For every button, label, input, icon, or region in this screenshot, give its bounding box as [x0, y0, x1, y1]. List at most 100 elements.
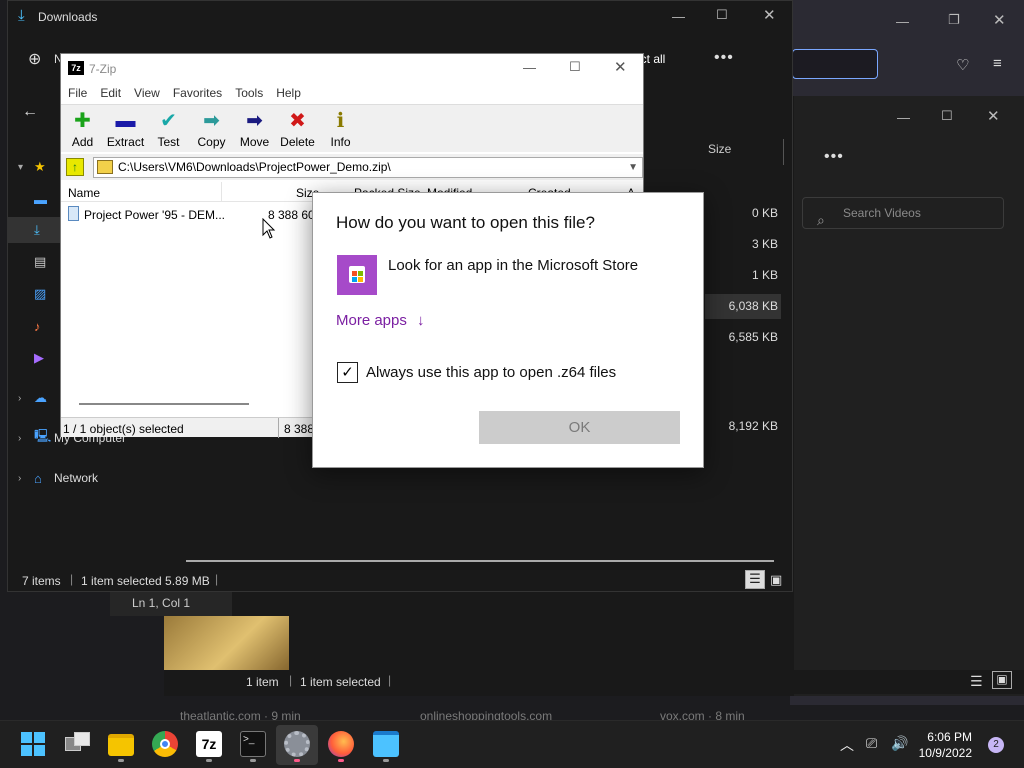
maximize-icon[interactable]: ☐: [941, 108, 953, 124]
chevron-down-icon[interactable]: ▼: [628, 158, 638, 177]
videos-search-input[interactable]: ⌕ Search Videos: [802, 197, 1004, 229]
menu-view[interactable]: View: [128, 84, 167, 104]
hamburger-icon[interactable]: ≡: [993, 55, 1002, 72]
maximize-icon[interactable]: ☐: [716, 7, 728, 23]
pocket-icon[interactable]: ♡: [956, 56, 969, 74]
notification-badge[interactable]: 2: [988, 737, 1004, 753]
cloud-icon: ☁: [34, 390, 47, 405]
arrow-down-icon: ↓: [417, 312, 425, 329]
checkmark-icon: ✔: [160, 110, 177, 132]
toolbar-label: Extract: [106, 135, 145, 149]
sidebar-item-onedrive[interactable]: › ☁: [18, 387, 54, 409]
browser-url-bar[interactable]: [792, 49, 878, 79]
minimize-icon[interactable]: —: [672, 9, 685, 24]
chrome-icon[interactable]: [152, 731, 178, 757]
sidebar-item-pictures[interactable]: ▨: [18, 283, 54, 305]
chevron-right-icon: ›: [18, 472, 22, 484]
ok-button[interactable]: OK: [479, 411, 680, 444]
details-view-icon[interactable]: ☰: [745, 570, 765, 589]
tiles-view-icon[interactable]: ▣: [992, 671, 1012, 689]
chevron-up-icon[interactable]: ︿: [840, 735, 854, 755]
downloads-titlebar[interactable]: ⤓ Downloads — ☐ ✕: [8, 1, 794, 33]
dialog-question: How do you want to open this file?: [336, 213, 595, 232]
7zip-titlebar[interactable]: 7z 7-Zip — ☐ ✕: [61, 54, 643, 84]
path-text: C:\Users\VM6\Downloads\ProjectPower_Demo…: [118, 160, 391, 174]
status-selected-count: 1 / 1 object(s) selected: [63, 422, 184, 436]
videos-sidebar-pane: [794, 96, 1024, 696]
back-arrow-icon[interactable]: ←: [22, 103, 38, 121]
toolbar-label: Add: [71, 135, 94, 149]
toolbar-label: Info: [330, 135, 351, 149]
file-size: 0 KB: [751, 206, 778, 220]
7zip-icon[interactable]: 7z: [196, 731, 222, 757]
close-icon[interactable]: ✕: [987, 107, 1000, 125]
taskbar: 7z >_ ︿ ⎚ 🔊 6:06 PM 10/9/2022 2: [0, 720, 1024, 768]
star-icon: ★: [34, 159, 46, 174]
path-combobox[interactable]: C:\Users\VM6\Downloads\ProjectPower_Demo…: [93, 157, 643, 178]
sidebar-item-desktop[interactable]: ▬: [18, 188, 54, 210]
start-icon[interactable]: [20, 731, 46, 757]
more-options-icon[interactable]: •••: [714, 49, 734, 67]
always-use-label[interactable]: Always use this app to open .z64 files: [366, 364, 616, 381]
more-apps-link[interactable]: More apps ↓: [336, 312, 425, 329]
horizontal-scrollbar[interactable]: [79, 403, 249, 405]
always-use-checkbox[interactable]: ✓: [337, 362, 358, 383]
maximize-icon[interactable]: ☐: [569, 59, 581, 75]
menu-edit[interactable]: Edit: [94, 84, 128, 104]
firefox-icon[interactable]: [328, 731, 354, 757]
more-options-icon[interactable]: •••: [824, 148, 844, 166]
settings-icon[interactable]: [284, 731, 310, 757]
details-view-icon[interactable]: ☰: [970, 673, 983, 690]
menu-file[interactable]: File: [67, 84, 94, 104]
store-option-label[interactable]: Look for an app in the Microsoft Store: [388, 257, 638, 274]
minimize-icon[interactable]: —: [897, 110, 910, 125]
info-button[interactable]: ℹ Info: [319, 105, 362, 152]
column-name[interactable]: Name: [68, 186, 100, 200]
new-icon[interactable]: ⊕: [28, 49, 41, 69]
add-button[interactable]: ✚ Add: [61, 105, 104, 152]
status-divider: |: [70, 572, 74, 586]
file-size: 3 KB: [751, 237, 778, 251]
volume-icon[interactable]: 🔊: [891, 735, 908, 752]
sidebar-item-label: Network: [54, 471, 99, 485]
status-item-count: 1 item: [246, 675, 279, 689]
task-view-icon[interactable]: [65, 731, 91, 757]
sidebar-item-downloads[interactable]: ⤓: [18, 219, 54, 241]
copy-button[interactable]: ➡ Copy: [190, 105, 233, 152]
clock[interactable]: 6:06 PM 10/9/2022: [919, 729, 972, 761]
microsoft-store-icon[interactable]: [337, 255, 377, 295]
minimize-icon[interactable]: —: [523, 60, 536, 75]
test-button[interactable]: ✔ Test: [147, 105, 190, 152]
menu-tools[interactable]: Tools: [229, 84, 270, 104]
restore-icon[interactable]: ❐: [948, 12, 960, 28]
delete-button[interactable]: ✖ Delete: [276, 105, 319, 152]
close-icon[interactable]: ✕: [614, 58, 627, 76]
sidebar-item-network[interactable]: › ⌂ Network: [18, 467, 98, 489]
picture-icon: ▨: [34, 286, 47, 301]
music-icon: ♪: [34, 318, 41, 334]
status-selected-count: 1 item selected: [300, 675, 381, 689]
status-item-count: 7 items: [22, 574, 61, 588]
tiles-view-icon[interactable]: ▣: [770, 572, 782, 588]
menu-favorites[interactable]: Favorites: [167, 84, 229, 104]
sidebar-item-documents[interactable]: ▤: [18, 251, 54, 273]
minimize-icon[interactable]: —: [896, 14, 909, 29]
file-explorer-icon[interactable]: [108, 734, 134, 756]
notepad-icon[interactable]: [373, 731, 399, 757]
extract-button[interactable]: ▬ Extract: [104, 105, 147, 152]
terminal-icon[interactable]: >_: [240, 731, 266, 757]
cursor-position: Ln 1, Col 1: [132, 596, 191, 610]
mouse-cursor-icon: [262, 218, 276, 239]
app-running-indicator: [383, 759, 389, 762]
horizontal-scrollbar[interactable]: [186, 560, 774, 562]
close-icon[interactable]: ✕: [993, 11, 1006, 29]
sidebar-item-videos[interactable]: ▶: [18, 347, 54, 369]
folder-up-icon[interactable]: ↑: [66, 158, 84, 176]
size-column-header[interactable]: Size: [708, 142, 731, 156]
sidebar-item-quick-access[interactable]: ▾ ★: [18, 156, 54, 178]
move-button[interactable]: ➡ Move: [233, 105, 276, 152]
sidebar-item-music[interactable]: ♪: [18, 315, 54, 337]
close-icon[interactable]: ✕: [763, 6, 776, 24]
menu-help[interactable]: Help: [270, 84, 308, 104]
network-icon[interactable]: ⎚: [866, 735, 877, 752]
